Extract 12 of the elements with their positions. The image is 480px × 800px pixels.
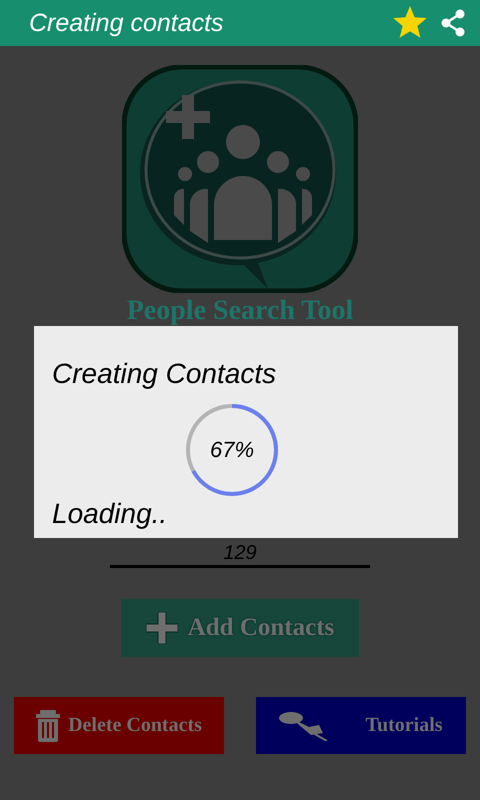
- contacts-count-field[interactable]: 129: [110, 541, 370, 568]
- dialog-title: Creating Contacts: [52, 358, 278, 390]
- tutorials-button[interactable]: Tutorials: [256, 697, 466, 754]
- star-icon[interactable]: [392, 6, 428, 40]
- loading-status: Loading..: [52, 498, 168, 530]
- progress-reading: 67%: [210, 437, 254, 463]
- trash-icon: [36, 710, 60, 742]
- app-bar-title: Creating contacts: [29, 8, 225, 38]
- share-icon[interactable]: [440, 9, 466, 37]
- add-contacts-button[interactable]: Add Contacts: [121, 599, 359, 657]
- plus-icon: [146, 612, 178, 644]
- delete-contacts-button[interactable]: Delete Contacts: [14, 697, 224, 754]
